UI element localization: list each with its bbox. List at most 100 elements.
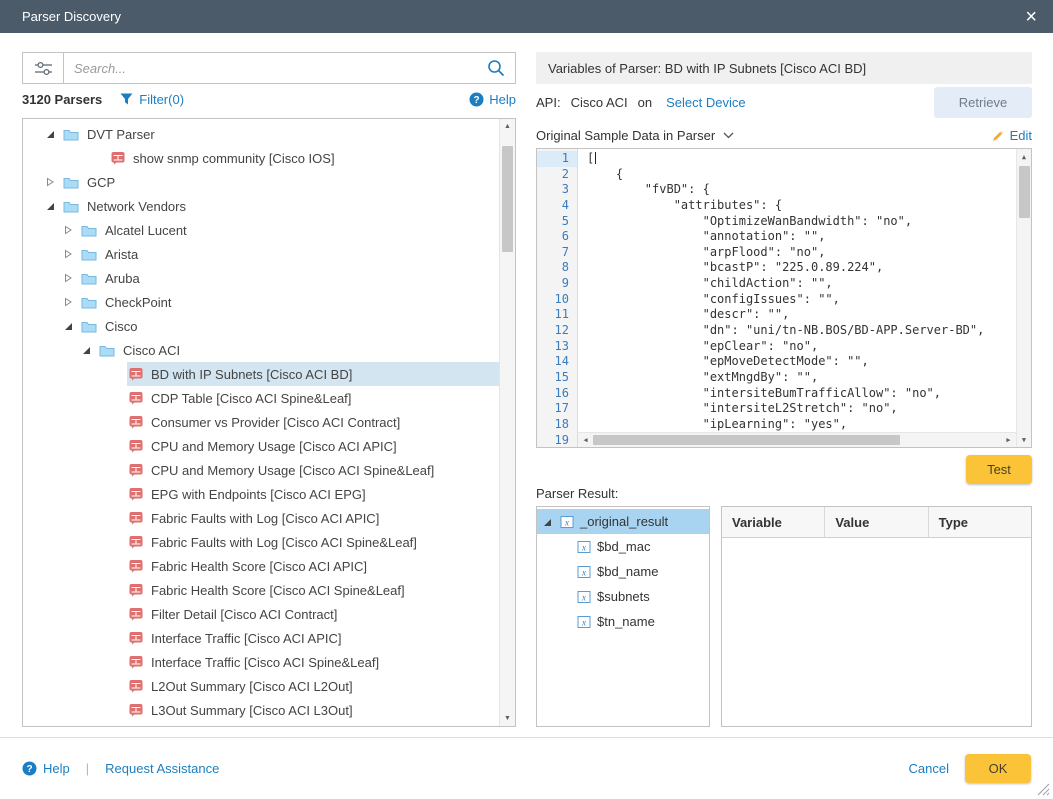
folder-icon (81, 320, 97, 333)
edit-link[interactable]: Edit (992, 128, 1032, 143)
svg-text:x: x (581, 617, 586, 627)
filter-link[interactable]: Filter(0) (120, 92, 184, 107)
api-value: Cisco ACI (571, 95, 628, 110)
tree-row[interactable]: Consumer vs Provider [Cisco ACI Contract… (23, 410, 499, 434)
left-help-link[interactable]: ? Help (469, 92, 516, 107)
footer-help-link[interactable]: ? Help (22, 761, 70, 776)
table-column-header[interactable]: Value (825, 507, 928, 537)
table-column-header[interactable]: Type (929, 507, 1031, 537)
search-input[interactable] (64, 53, 477, 83)
scroll-down-icon[interactable]: ▼ (1017, 432, 1031, 447)
resize-grip-icon[interactable] (1037, 783, 1050, 796)
tree-row[interactable]: MP-BGP Table [Cisco ACI Spine&Leaf] (23, 722, 499, 726)
result-tree-row[interactable]: x$bd_mac (537, 534, 709, 559)
editor-vscrollbar-thumb[interactable] (1019, 166, 1030, 218)
editor-hscrollbar[interactable]: ◀ ▶ (578, 432, 1016, 447)
tree-row[interactable]: CPU and Memory Usage [Cisco ACI Spine&Le… (23, 458, 499, 482)
expanded-arrow[interactable] (542, 517, 554, 527)
collapse-icon[interactable] (63, 249, 73, 259)
tree-row[interactable]: CPU and Memory Usage [Cisco ACI APIC] (23, 434, 499, 458)
close-icon[interactable]: × (1025, 7, 1037, 27)
tree-row[interactable]: L2Out Summary [Cisco ACI L2Out] (23, 674, 499, 698)
tree-row[interactable]: CDP Table [Cisco ACI Spine&Leaf] (23, 386, 499, 410)
scroll-left-icon[interactable]: ◀ (578, 433, 593, 447)
footer-divider: | (86, 761, 89, 776)
tree-row[interactable]: DVT Parser (23, 122, 499, 146)
editor-hscrollbar-thumb[interactable] (593, 435, 900, 445)
collapse-icon[interactable] (63, 297, 73, 307)
tree-row[interactable]: Alcatel Lucent (23, 218, 499, 242)
variable-icon: x (560, 515, 574, 529)
tree-row[interactable]: L3Out Summary [Cisco ACI L3Out] (23, 698, 499, 722)
folder-icon (81, 296, 97, 309)
collapsed-arrow[interactable] (63, 225, 79, 235)
tree-item-label: CDP Table [Cisco ACI Spine&Leaf] (151, 391, 351, 406)
select-device-link[interactable]: Select Device (666, 95, 745, 110)
expand-icon[interactable] (81, 345, 91, 355)
scroll-up-icon[interactable]: ▲ (1017, 149, 1031, 164)
tree-row[interactable]: Fabric Health Score [Cisco ACI APIC] (23, 554, 499, 578)
search-options-button[interactable] (23, 53, 64, 83)
expanded-arrow[interactable] (45, 129, 61, 139)
tree-row[interactable]: Cisco (23, 314, 499, 338)
tree-row[interactable]: Fabric Faults with Log [Cisco ACI Spine&… (23, 530, 499, 554)
line-number: 11 (537, 307, 577, 323)
tree-row[interactable]: Filter Detail [Cisco ACI Contract] (23, 602, 499, 626)
tree-row[interactable]: GCP (23, 170, 499, 194)
expand-icon[interactable] (63, 321, 73, 331)
tree-row[interactable]: Cisco ACI (23, 338, 499, 362)
collapsed-arrow[interactable] (45, 177, 61, 187)
collapse-icon[interactable] (63, 225, 73, 235)
parser-tree-panel: DVT Parsershow snmp community [Cisco IOS… (22, 118, 516, 727)
expanded-arrow[interactable] (63, 321, 79, 331)
scroll-down-icon[interactable]: ▼ (500, 711, 515, 726)
tree-row[interactable]: Network Vendors (23, 194, 499, 218)
tree-row[interactable]: Interface Traffic [Cisco ACI Spine&Leaf] (23, 650, 499, 674)
expand-icon[interactable] (542, 517, 552, 527)
scroll-right-icon[interactable]: ▶ (1001, 433, 1016, 447)
tree-row[interactable]: Fabric Health Score [Cisco ACI Spine&Lea… (23, 578, 499, 602)
cancel-button[interactable]: Cancel (909, 761, 949, 776)
parser-icon (129, 487, 143, 501)
tree-row[interactable]: BD with IP Subnets [Cisco ACI BD] (23, 362, 499, 386)
request-assistance-link[interactable]: Request Assistance (105, 761, 219, 776)
test-button[interactable]: Test (966, 455, 1032, 484)
tree-row[interactable]: Aruba (23, 266, 499, 290)
collapsed-arrow[interactable] (63, 249, 79, 259)
editor-vscrollbar[interactable]: ▲ ▼ (1016, 149, 1031, 447)
scroll-up-icon[interactable]: ▲ (500, 119, 515, 134)
collapse-icon[interactable] (45, 177, 55, 187)
tree-row[interactable]: Arista (23, 242, 499, 266)
retrieve-button[interactable]: Retrieve (934, 87, 1032, 118)
result-tree-row[interactable]: x$tn_name (537, 609, 709, 634)
expanded-arrow[interactable] (45, 201, 61, 211)
result-tree-row[interactable]: x$subnets (537, 584, 709, 609)
search-button[interactable] (477, 53, 515, 83)
code-line: "childAction": "", (587, 276, 1016, 292)
collapsed-arrow[interactable] (63, 297, 79, 307)
tree-row[interactable]: CheckPoint (23, 290, 499, 314)
tree-row[interactable]: show snmp community [Cisco IOS] (23, 146, 499, 170)
editor-content[interactable]: [ { "fvBD": { "attributes": { "OptimizeW… (578, 149, 1016, 432)
tree-row[interactable]: EPG with Endpoints [Cisco ACI EPG] (23, 482, 499, 506)
sample-data-editor[interactable]: 12345678910111213141516171819 [ { "fvBD"… (536, 148, 1032, 448)
ok-button[interactable]: OK (965, 754, 1031, 783)
line-number: 19 (537, 433, 577, 449)
tree-scrollbar-thumb[interactable] (502, 146, 513, 252)
result-tree-row[interactable]: x_original_result (537, 509, 709, 534)
tree-item-label: EPG with Endpoints [Cisco ACI EPG] (151, 487, 366, 502)
expand-icon[interactable] (45, 201, 55, 211)
funnel-icon (120, 93, 133, 105)
expand-icon[interactable] (45, 129, 55, 139)
table-column-header[interactable]: Variable (722, 507, 825, 537)
chevron-down-icon[interactable] (723, 132, 734, 139)
tree-scrollbar[interactable]: ▲ ▼ (499, 119, 515, 726)
tree-row[interactable]: Interface Traffic [Cisco ACI APIC] (23, 626, 499, 650)
tree-row[interactable]: Fabric Faults with Log [Cisco ACI APIC] (23, 506, 499, 530)
result-tree-row[interactable]: x$bd_name (537, 559, 709, 584)
collapse-icon[interactable] (63, 273, 73, 283)
collapsed-arrow[interactable] (63, 273, 79, 283)
parser-icon (111, 151, 125, 165)
tree-item-label: Interface Traffic [Cisco ACI APIC] (151, 631, 342, 646)
expanded-arrow[interactable] (81, 345, 97, 355)
